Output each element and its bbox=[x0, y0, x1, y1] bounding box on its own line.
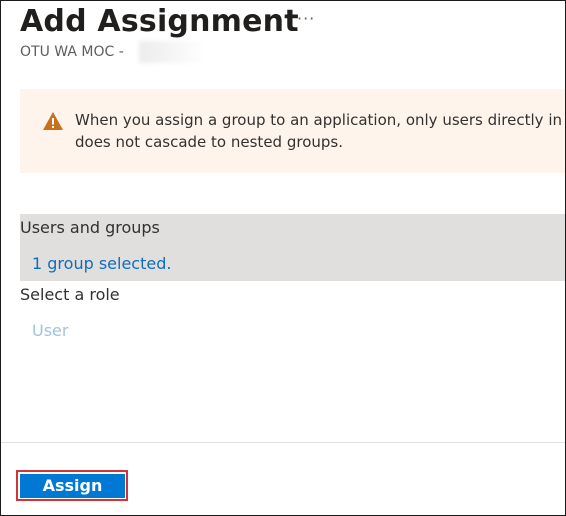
more-options-button[interactable]: ··· bbox=[297, 9, 315, 28]
select-role-label: Select a role bbox=[20, 285, 120, 304]
warning-line-1: When you assign a group to an applicatio… bbox=[75, 111, 566, 129]
users-and-groups-label: Users and groups bbox=[20, 218, 160, 237]
warning-line-2: does not cascade to nested groups. bbox=[75, 133, 343, 151]
warning-icon bbox=[42, 111, 64, 131]
app-subtitle: OTU WA MOC - bbox=[20, 44, 124, 60]
users-and-groups-selection-link[interactable]: 1 group selected. bbox=[32, 254, 171, 273]
select-role-link[interactable]: User bbox=[32, 321, 68, 340]
footer-divider bbox=[1, 442, 565, 443]
redacted-area bbox=[139, 41, 205, 63]
add-assignment-panel: Add Assignment ··· OTU WA MOC - When you… bbox=[0, 0, 566, 516]
warning-banner: When you assign a group to an applicatio… bbox=[20, 89, 566, 173]
users-and-groups-section[interactable]: Users and groups 1 group selected. bbox=[20, 214, 565, 281]
assign-button[interactable]: Assign bbox=[20, 474, 125, 498]
warning-text: When you assign a group to an applicatio… bbox=[75, 109, 566, 153]
page-title: Add Assignment bbox=[20, 4, 299, 39]
